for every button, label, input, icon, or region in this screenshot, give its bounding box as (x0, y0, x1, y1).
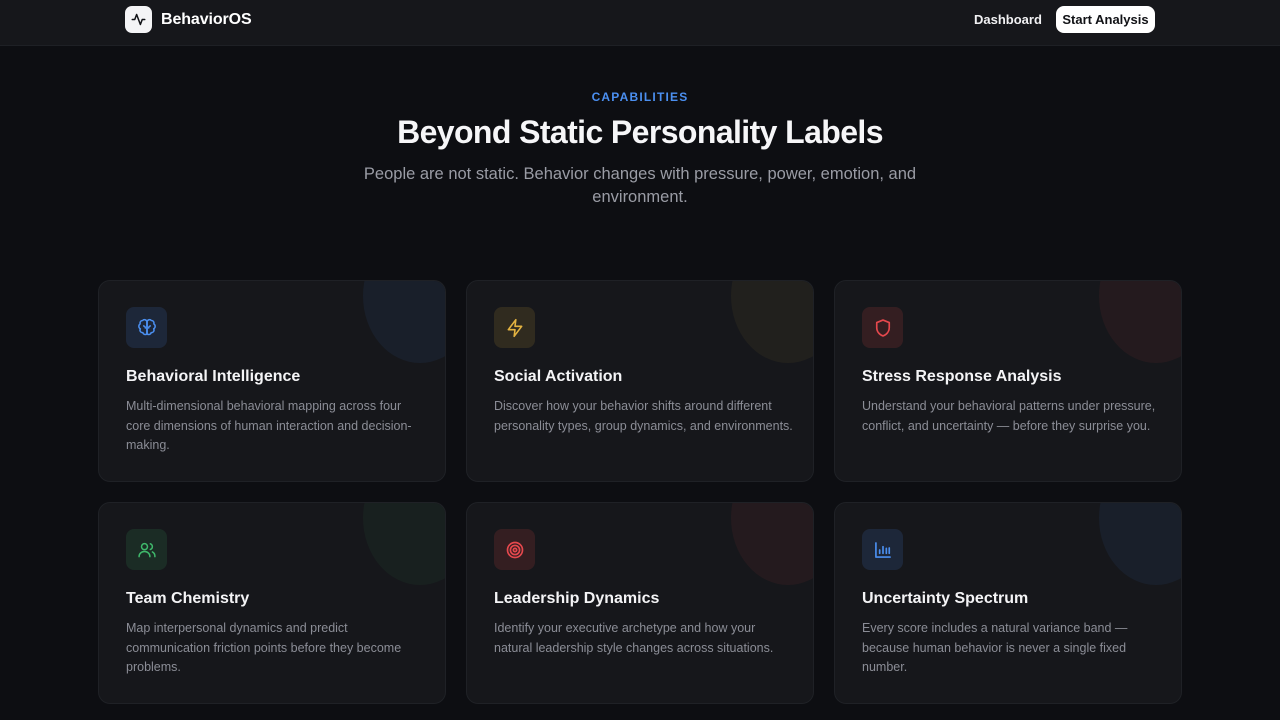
card-title: Team Chemistry (126, 590, 250, 607)
card-description: Multi-dimensional behavioral mapping acr… (126, 399, 412, 452)
brand[interactable]: BehaviorOS (125, 6, 252, 33)
shield-icon (862, 307, 903, 348)
users-icon (126, 529, 167, 570)
section-subtitle: People are not static. Behavior changes … (363, 165, 917, 206)
dashboard-link[interactable]: Dashboard (966, 6, 1050, 33)
decorative-circle (1099, 281, 1181, 363)
brand-name: BehaviorOS (161, 10, 252, 28)
capabilities-header: CAPABILITIES Beyond Static Personality L… (0, 90, 1280, 209)
activity-pulse-icon (125, 6, 152, 33)
feature-card-behavioral-intelligence[interactable]: Behavioral Intelligence Multi-dimensiona… (98, 280, 446, 482)
card-title: Social Activation (494, 368, 623, 385)
target-icon (494, 529, 535, 570)
card-description: Identify your executive archetype and ho… (494, 621, 774, 655)
feature-card-stress-response[interactable]: Stress Response Analysis Understand your… (834, 280, 1182, 482)
card-description: Map interpersonal dynamics and predict c… (126, 621, 402, 674)
feature-card-social-activation[interactable]: Social Activation Discover how your beha… (466, 280, 814, 482)
lightning-icon (494, 307, 535, 348)
decorative-circle (731, 503, 813, 585)
card-title: Stress Response Analysis (862, 368, 1062, 385)
start-analysis-button[interactable]: Start Analysis (1056, 6, 1155, 33)
card-title: Uncertainty Spectrum (862, 590, 1029, 607)
feature-card-team-chemistry[interactable]: Team Chemistry Map interpersonal dynamic… (98, 502, 446, 704)
card-description: Every score includes a natural variance … (862, 621, 1128, 674)
card-title: Behavioral Intelligence (126, 368, 301, 385)
feature-card-uncertainty-spectrum[interactable]: Uncertainty Spectrum Every score include… (834, 502, 1182, 704)
card-description: Understand your behavioral patterns unde… (862, 399, 1156, 433)
decorative-circle (363, 503, 445, 585)
decorative-circle (363, 281, 445, 363)
decorative-circle (1099, 503, 1181, 585)
section-eyebrow: CAPABILITIES (591, 90, 689, 104)
card-description: Discover how your behavior shifts around… (494, 399, 793, 433)
decorative-circle (731, 281, 813, 363)
section-title: Beyond Static Personality Labels (397, 114, 883, 150)
bar-chart-icon (862, 529, 903, 570)
brain-icon (126, 307, 167, 348)
card-title: Leadership Dynamics (494, 590, 660, 607)
feature-card-leadership-dynamics[interactable]: Leadership Dynamics Identify your execut… (466, 502, 814, 704)
top-navbar: BehaviorOS Dashboard Start Analysis (0, 0, 1280, 46)
